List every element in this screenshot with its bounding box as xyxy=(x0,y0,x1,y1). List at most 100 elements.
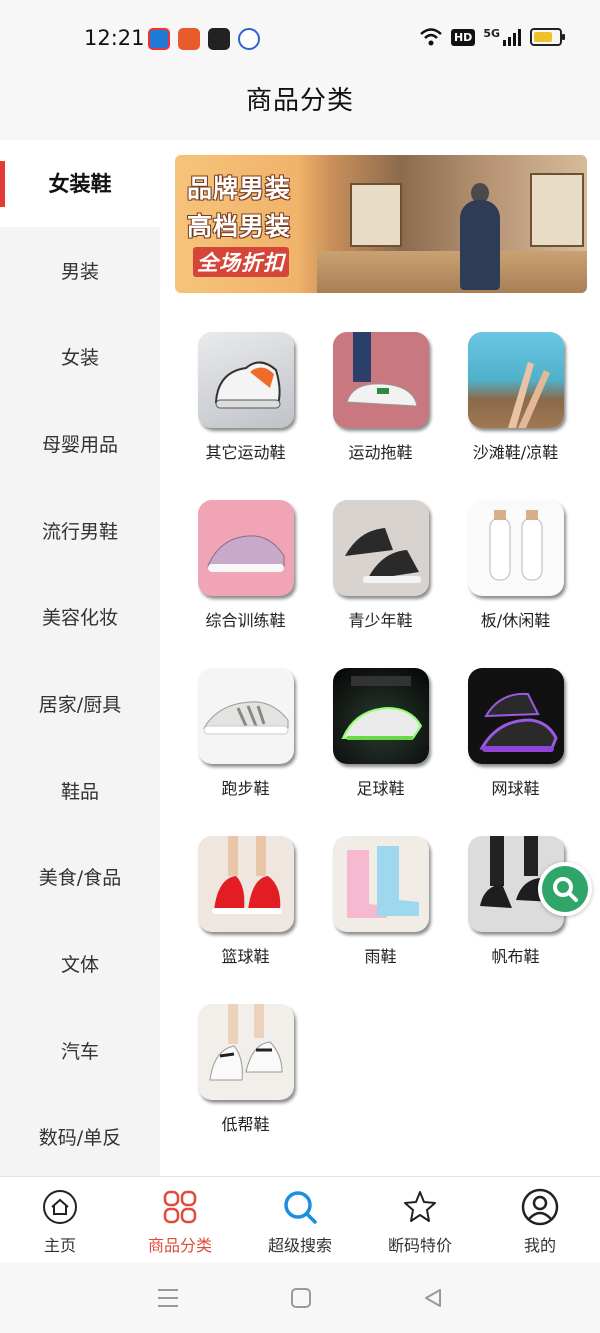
menu-icon[interactable] xyxy=(156,1287,180,1309)
sidebar-item-shoes[interactable]: 鞋品 xyxy=(0,747,160,834)
battery-icon xyxy=(530,28,565,46)
sidebar-item-stationery-sports[interactable]: 文体 xyxy=(0,920,160,1007)
sidebar-item-menswear[interactable]: 男装 xyxy=(0,227,160,314)
basketball-shoe-image xyxy=(211,836,282,914)
banner-headline: 品牌男装 xyxy=(187,174,292,203)
category-item[interactable]: 青少年鞋 xyxy=(313,500,448,631)
home-icon xyxy=(41,1188,79,1226)
tennis-shoe-image xyxy=(478,692,558,752)
product-thumbnail xyxy=(467,668,564,764)
category-item[interactable]: 其它运动鞋 xyxy=(178,332,313,463)
app-notification-icon xyxy=(148,28,170,50)
slipper-image xyxy=(345,332,418,407)
rain-boot-image xyxy=(346,846,419,918)
nav-label: 超级搜索 xyxy=(267,1236,332,1255)
category-content: 品牌男装 高档男装 全场折扣 其它运动鞋 运动拖鞋 沙滩鞋/凉鞋 综合训练鞋 青… xyxy=(160,140,600,1176)
category-label: 运动拖鞋 xyxy=(348,443,413,462)
category-label: 沙滩鞋/凉鞋 xyxy=(472,443,559,462)
product-thumbnail xyxy=(332,332,429,428)
category-item[interactable]: 运动拖鞋 xyxy=(313,332,448,463)
sidebar-item-label: 流行男鞋 xyxy=(41,520,118,543)
nav-clearance[interactable]: 断码特价 xyxy=(360,1177,480,1262)
category-item[interactable]: 雨鞋 xyxy=(313,836,448,967)
sidebar-item-mens-shoes[interactable]: 流行男鞋 xyxy=(0,487,160,574)
store-floor-graphic xyxy=(317,251,587,293)
floating-search-circle xyxy=(542,866,588,912)
signal-icon xyxy=(503,29,521,46)
product-thumbnail xyxy=(197,332,294,428)
store-shelf-graphic xyxy=(530,173,584,247)
floating-search-button[interactable] xyxy=(538,862,592,916)
sidebar-item-beauty[interactable]: 美容化妆 xyxy=(0,573,160,660)
nav-home[interactable]: 主页 xyxy=(0,1177,120,1262)
user-icon xyxy=(521,1188,559,1226)
sidebar-item-food[interactable]: 美食/食品 xyxy=(0,834,160,921)
category-item[interactable]: 综合训练鞋 xyxy=(178,500,313,631)
promo-banner[interactable]: 品牌男装 高档男装 全场折扣 xyxy=(175,155,587,293)
product-thumbnail xyxy=(467,500,564,596)
category-item[interactable]: 足球鞋 xyxy=(313,668,448,799)
hd-badge: HD xyxy=(450,28,476,46)
wifi-icon xyxy=(420,28,442,46)
sidebar-item-label: 女装 xyxy=(60,347,99,370)
home-square-icon[interactable] xyxy=(290,1287,312,1309)
nav-super-search[interactable]: 超级搜索 xyxy=(240,1177,360,1262)
category-grid: 其它运动鞋 运动拖鞋 沙滩鞋/凉鞋 综合训练鞋 青少年鞋 板/休闲鞋 跑步鞋 足… xyxy=(175,308,587,1140)
category-label: 板/休闲鞋 xyxy=(480,611,551,630)
running-shoe-image xyxy=(202,701,288,735)
football-boot-image xyxy=(340,676,422,740)
nav-label: 我的 xyxy=(523,1236,556,1255)
banner-subheadline: 高档男装 xyxy=(187,212,292,241)
sidebar-item-womens-shoes[interactable]: 女装鞋 xyxy=(0,140,160,227)
product-thumbnail xyxy=(197,500,294,596)
sidebar-item-digital[interactable]: 数码/单反 xyxy=(0,1094,160,1181)
nav-categories[interactable]: 商品分类 xyxy=(120,1177,240,1262)
notification-icons xyxy=(148,28,260,50)
soul-app-icon xyxy=(208,28,230,50)
category-item[interactable]: 跑步鞋 xyxy=(178,668,313,799)
sidebar-item-label: 男装 xyxy=(60,260,99,283)
status-time: 12:21 xyxy=(84,26,145,50)
sidebar-item-auto[interactable]: 汽车 xyxy=(0,1007,160,1094)
category-label: 青少年鞋 xyxy=(348,611,413,630)
beach-legs-image xyxy=(507,362,550,428)
sidebar-item-baby[interactable]: 母婴用品 xyxy=(0,400,160,487)
sidebar-item-label: 美容化妆 xyxy=(41,607,118,630)
category-item[interactable]: 网球鞋 xyxy=(448,668,583,799)
nav-label: 商品分类 xyxy=(147,1236,212,1255)
sidebar-item-label: 母婴用品 xyxy=(41,433,118,456)
category-item[interactable]: 板/休闲鞋 xyxy=(448,500,583,631)
low-top-shoe-image xyxy=(208,1004,283,1081)
category-label: 雨鞋 xyxy=(364,947,397,966)
category-label: 帆布鞋 xyxy=(491,947,540,966)
category-item[interactable]: 低帮鞋 xyxy=(178,1004,313,1135)
product-thumbnail xyxy=(332,668,429,764)
category-item[interactable]: 沙滩鞋/凉鞋 xyxy=(448,332,583,463)
category-label: 网球鞋 xyxy=(491,779,540,798)
nav-label: 断码特价 xyxy=(387,1236,452,1255)
search-icon xyxy=(281,1188,319,1226)
sidebar-item-label: 女装鞋 xyxy=(48,172,112,197)
sidebar-item-label: 文体 xyxy=(60,954,99,977)
sidebar-item-label: 汽车 xyxy=(60,1040,99,1063)
back-triangle-icon[interactable] xyxy=(422,1287,444,1309)
category-label: 足球鞋 xyxy=(356,779,405,798)
product-thumbnail xyxy=(332,836,429,932)
star-icon xyxy=(401,1188,439,1226)
sidebar-item-home-kitchen[interactable]: 居家/厨具 xyxy=(0,660,160,747)
category-grid-icon xyxy=(161,1188,199,1226)
status-indicators: HD 5G xyxy=(419,27,565,47)
white-loafer-image xyxy=(489,510,542,581)
nav-profile[interactable]: 我的 xyxy=(480,1177,600,1262)
product-thumbnail xyxy=(197,836,294,932)
bottom-nav: 主页 商品分类 超级搜索 断码特价 我的 xyxy=(0,1176,600,1262)
category-item[interactable]: 篮球鞋 xyxy=(178,836,313,967)
category-label: 其它运动鞋 xyxy=(205,443,286,462)
product-thumbnail xyxy=(332,500,429,596)
sidebar-item-label: 居家/厨具 xyxy=(38,693,122,716)
category-label: 综合训练鞋 xyxy=(205,611,286,630)
category-sidebar: 女装鞋 男装 女装 母婴用品 流行男鞋 美容化妆 居家/厨具 鞋品 美食/食品 … xyxy=(0,140,160,1176)
page-header: 商品分类 xyxy=(0,80,600,138)
sidebar-item-womenswear[interactable]: 女装 xyxy=(0,313,160,400)
banner-discount-text: 全场折扣 xyxy=(193,247,289,277)
